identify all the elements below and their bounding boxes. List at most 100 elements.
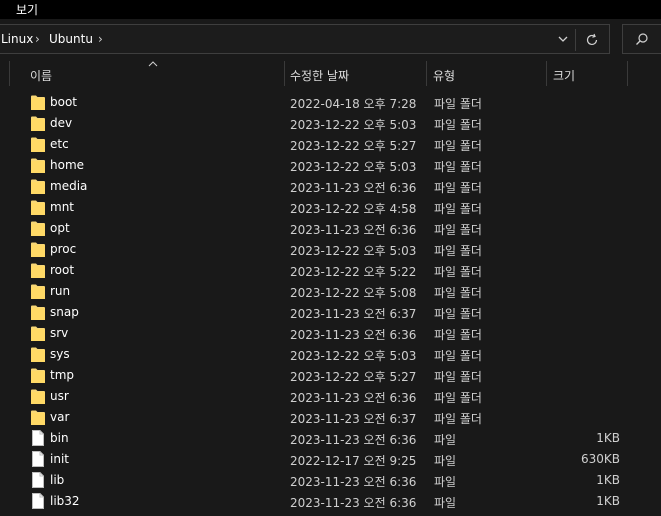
breadcrumb-linux[interactable]: Linux — [1, 32, 33, 46]
list-item[interactable]: boot 2022-04-18 오후 7:28 파일 폴더 — [0, 93, 661, 114]
item-size: 1KB — [596, 494, 620, 508]
folder-icon — [31, 158, 45, 173]
list-item[interactable]: snap 2023-11-23 오전 6:37 파일 폴더 — [0, 303, 661, 324]
item-date: 2023-11-23 오전 6:37 — [290, 307, 417, 321]
column-divider[interactable] — [9, 61, 10, 86]
folder-icon — [31, 95, 45, 110]
column-divider[interactable] — [546, 61, 547, 86]
item-date: 2023-12-22 오후 5:03 — [290, 244, 417, 258]
item-name: tmp — [50, 368, 75, 382]
item-name: snap — [50, 305, 79, 319]
item-name: opt — [50, 221, 70, 235]
item-type: 파일 — [434, 454, 457, 468]
list-item[interactable]: bin 2023-11-23 오전 6:36 파일 1KB — [0, 429, 661, 450]
item-name: run — [50, 284, 71, 298]
list-item[interactable]: run 2023-12-22 오후 5:08 파일 폴더 — [0, 282, 661, 303]
list-item[interactable]: sys 2023-12-22 오후 5:03 파일 폴더 — [0, 345, 661, 366]
item-name: etc — [50, 137, 69, 151]
search-input[interactable] — [622, 24, 661, 54]
item-type: 파일 폴더 — [434, 412, 482, 426]
list-item[interactable]: media 2023-11-23 오전 6:36 파일 폴더 — [0, 177, 661, 198]
folder-icon — [31, 242, 45, 257]
menu-bar: 보기 — [0, 0, 661, 19]
item-name: lib32 — [50, 494, 80, 508]
item-size: 630KB — [580, 452, 620, 466]
folder-icon — [31, 284, 45, 299]
item-name: lib — [50, 473, 65, 487]
list-item[interactable]: lib32 2023-11-23 오전 6:36 파일 1KB — [0, 492, 661, 513]
folder-icon — [31, 368, 45, 383]
item-name: var — [50, 410, 70, 424]
column-divider[interactable] — [284, 61, 285, 86]
column-divider[interactable] — [426, 61, 427, 86]
list-item[interactable]: etc 2023-12-22 오후 5:27 파일 폴더 — [0, 135, 661, 156]
item-name: bin — [50, 431, 69, 445]
item-name: proc — [50, 242, 77, 256]
item-type: 파일 — [434, 475, 457, 489]
item-date: 2023-11-23 오전 6:36 — [290, 496, 417, 510]
folder-icon — [31, 263, 45, 278]
list-item[interactable]: home 2023-12-22 오후 5:03 파일 폴더 — [0, 156, 661, 177]
item-name: usr — [50, 389, 69, 403]
item-type: 파일 폴더 — [434, 223, 482, 237]
item-name: dev — [50, 116, 73, 130]
item-date: 2023-12-22 오후 5:27 — [290, 139, 417, 153]
column-header: 이름 수정한 날짜 유형 크기 — [0, 61, 661, 88]
column-type[interactable]: 유형 — [433, 67, 455, 84]
file-icon — [32, 451, 44, 467]
breadcrumb-ubuntu[interactable]: Ubuntu — [49, 32, 93, 46]
chevron-down-icon[interactable] — [557, 33, 569, 45]
list-item[interactable]: init 2022-12-17 오전 9:25 파일 630KB — [0, 450, 661, 471]
item-type: 파일 폴더 — [434, 97, 482, 111]
item-date: 2023-11-23 오전 6:36 — [290, 328, 417, 342]
folder-icon — [31, 221, 45, 236]
breadcrumb-separator[interactable]: › — [35, 32, 40, 46]
item-type: 파일 — [434, 496, 457, 510]
list-item[interactable]: proc 2023-12-22 오후 5:03 파일 폴더 — [0, 240, 661, 261]
item-date: 2023-12-22 오후 5:03 — [290, 349, 417, 363]
list-item[interactable]: dev 2023-12-22 오후 5:03 파일 폴더 — [0, 114, 661, 135]
column-size[interactable]: 크기 — [553, 67, 575, 84]
list-item[interactable]: var 2023-11-23 오전 6:37 파일 폴더 — [0, 408, 661, 429]
list-item[interactable]: opt 2023-11-23 오전 6:36 파일 폴더 — [0, 219, 661, 240]
column-name[interactable]: 이름 — [30, 67, 52, 84]
item-date: 2023-11-23 오전 6:36 — [290, 181, 417, 195]
list-item[interactable]: mnt 2023-12-22 오후 4:58 파일 폴더 — [0, 198, 661, 219]
item-name: sys — [50, 347, 70, 361]
list-item[interactable]: srv 2023-11-23 오전 6:36 파일 폴더 — [0, 324, 661, 345]
folder-icon — [31, 389, 45, 404]
list-item[interactable]: root 2023-12-22 오후 5:22 파일 폴더 — [0, 261, 661, 282]
item-date: 2023-11-23 오전 6:36 — [290, 223, 417, 237]
item-date: 2023-12-22 오후 4:58 — [290, 202, 417, 216]
item-type: 파일 폴더 — [434, 244, 482, 258]
address-bar[interactable]: Linux › Ubuntu › — [0, 24, 610, 54]
item-date: 2023-11-23 오전 6:36 — [290, 391, 417, 405]
list-item[interactable]: tmp 2023-12-22 오후 5:27 파일 폴더 — [0, 366, 661, 387]
item-name: init — [50, 452, 69, 466]
file-icon — [32, 493, 44, 509]
file-icon — [32, 472, 44, 488]
folder-icon — [31, 305, 45, 320]
folder-icon — [31, 179, 45, 194]
item-type: 파일 폴더 — [434, 307, 482, 321]
folder-icon — [31, 200, 45, 215]
list-item[interactable]: lib 2023-11-23 오전 6:36 파일 1KB — [0, 471, 661, 492]
item-type: 파일 폴더 — [434, 265, 482, 279]
item-size: 1KB — [596, 473, 620, 487]
folder-icon — [31, 347, 45, 362]
refresh-icon[interactable] — [585, 33, 599, 47]
breadcrumb-separator[interactable]: › — [98, 32, 103, 46]
item-type: 파일 폴더 — [434, 118, 482, 132]
item-date: 2023-12-22 오후 5:22 — [290, 265, 417, 279]
item-name: media — [50, 179, 88, 193]
item-type: 파일 — [434, 433, 457, 447]
column-date[interactable]: 수정한 날짜 — [290, 67, 349, 84]
search-icon — [636, 33, 648, 45]
list-item[interactable]: usr 2023-11-23 오전 6:36 파일 폴더 — [0, 387, 661, 408]
folder-icon — [31, 116, 45, 131]
item-name: boot — [50, 95, 78, 109]
column-divider[interactable] — [627, 61, 628, 86]
file-icon — [32, 430, 44, 446]
item-name: mnt — [50, 200, 74, 214]
menu-view[interactable]: 보기 — [16, 1, 38, 18]
